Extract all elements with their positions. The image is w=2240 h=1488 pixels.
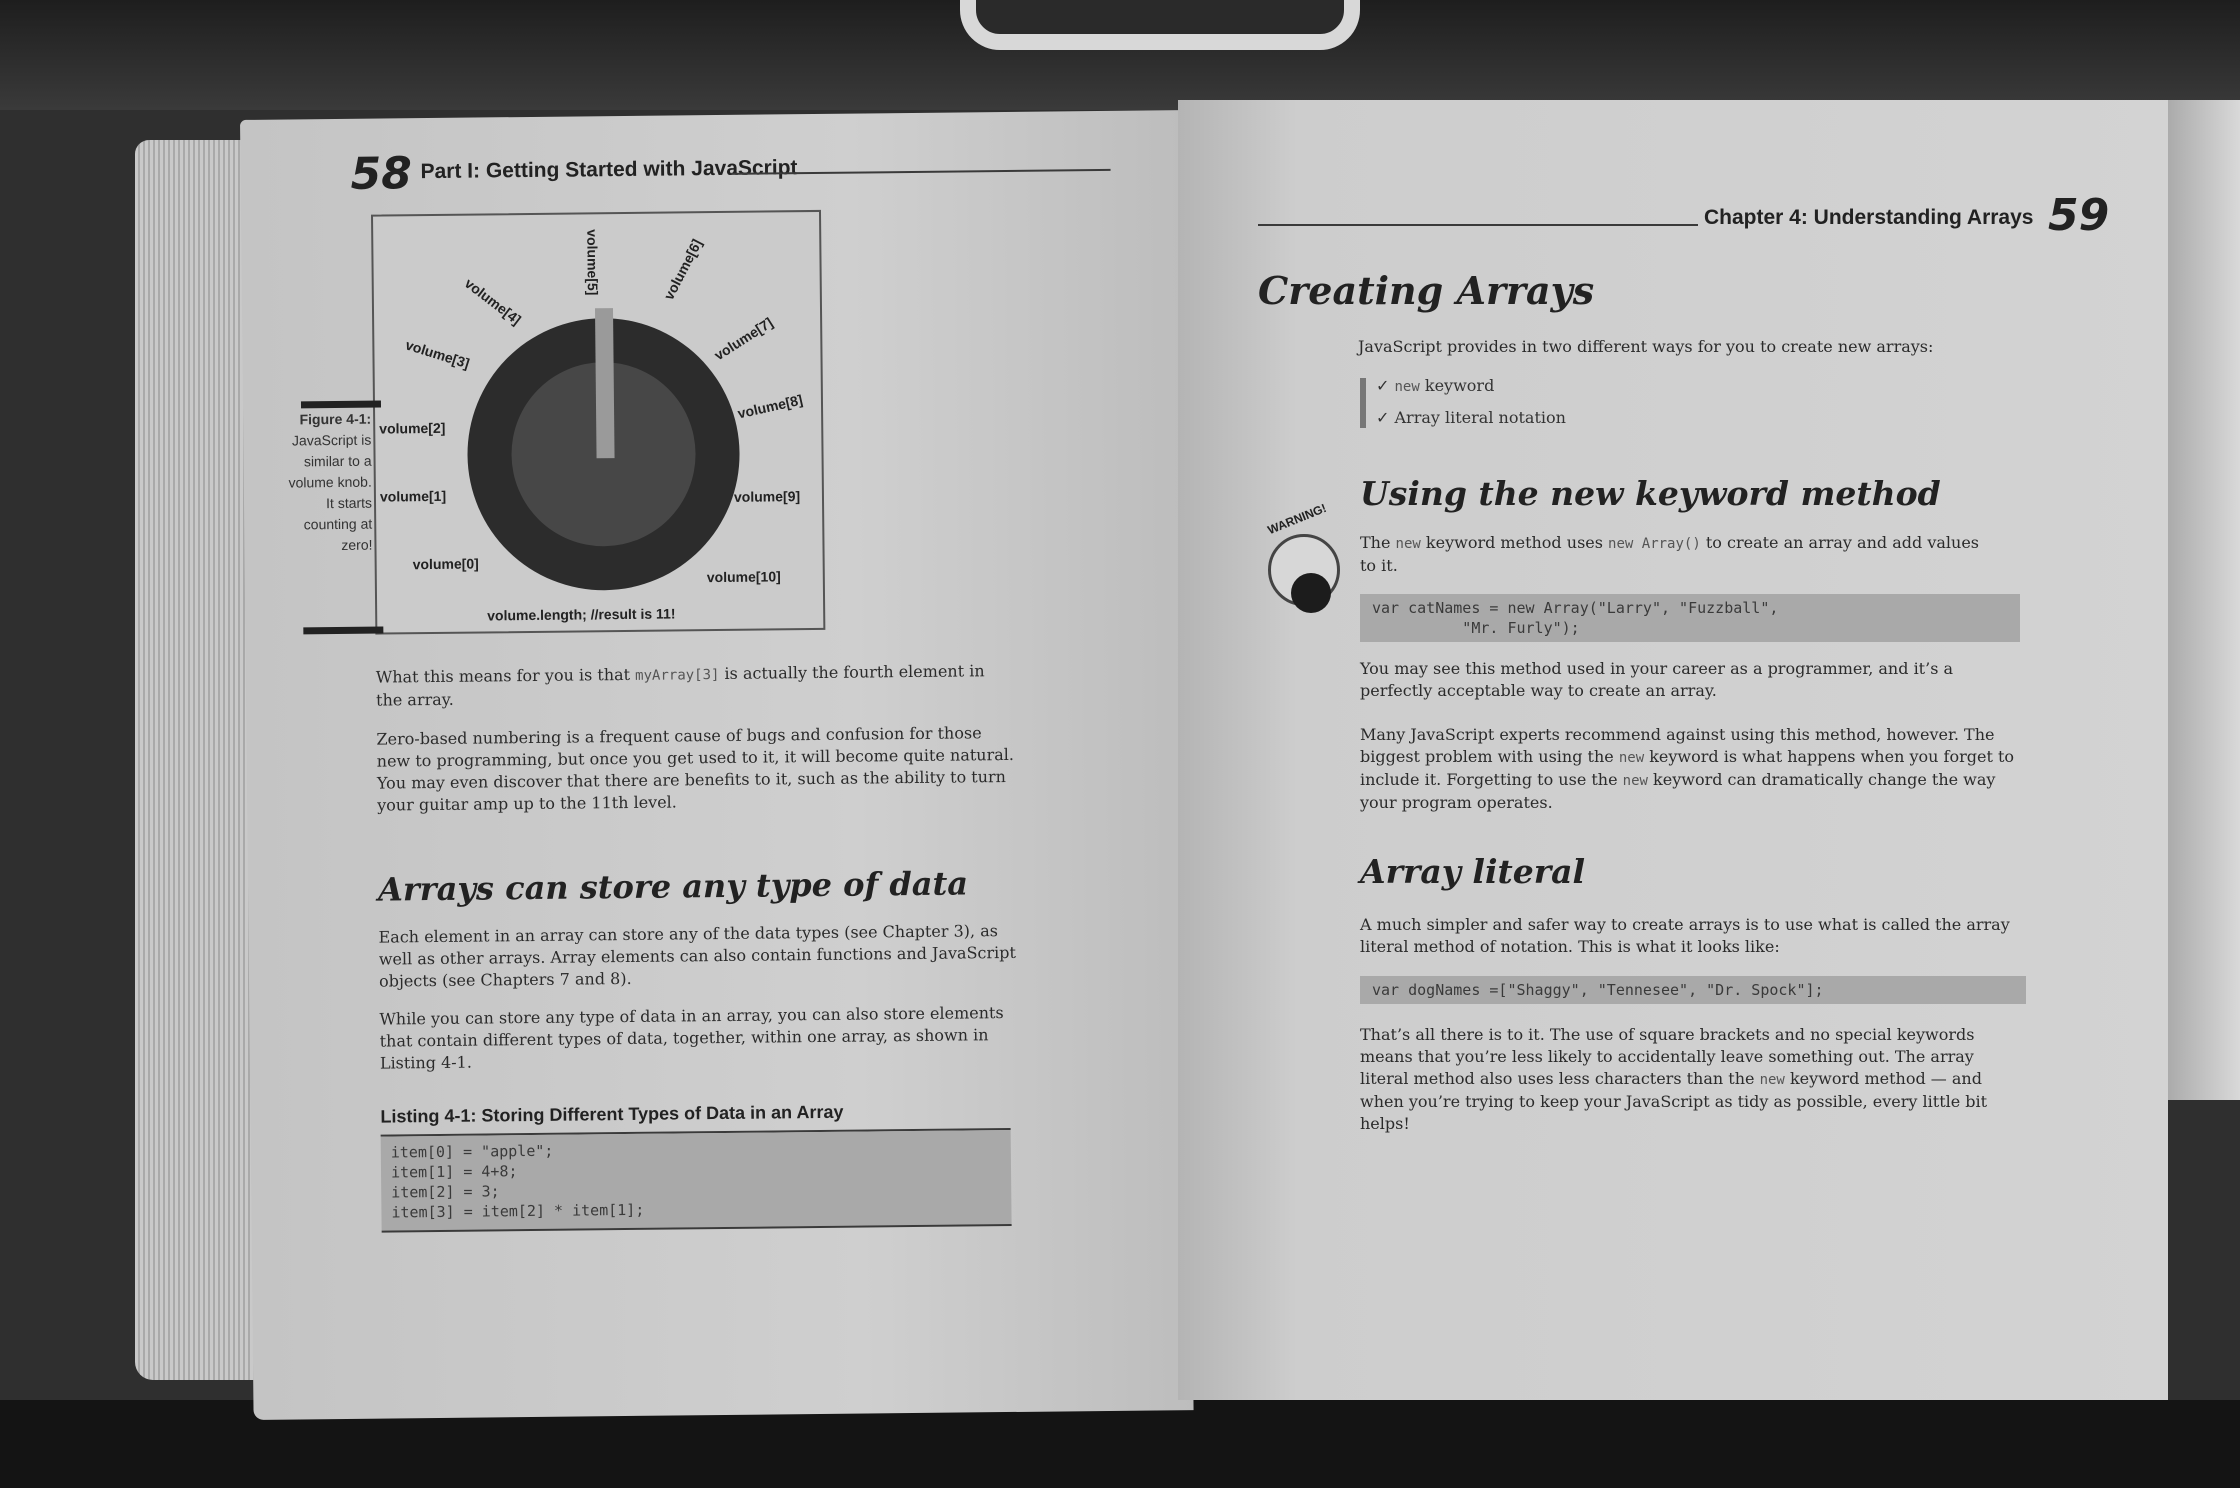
- right-paragraph-2: You may see this method used in your car…: [1360, 659, 1954, 700]
- label-volume-5: volume[5]: [584, 229, 601, 296]
- figure-caption: Figure 4-1: JavaScript is similar to a v…: [283, 409, 373, 557]
- knob-indicator: [594, 308, 615, 459]
- right-heading-array-literal: Array literal: [1360, 852, 1586, 891]
- warning-circle: [1268, 534, 1340, 613]
- right-page-number: 59: [2048, 190, 2110, 241]
- figure-bottom-label: volume.length; //result is 11!: [487, 605, 676, 624]
- handle: [960, 0, 1360, 50]
- left-page-number: 58: [350, 148, 413, 200]
- bullet-array-literal: ✓ Array literal notation: [1376, 408, 1566, 427]
- warn-code2: new: [1622, 773, 1648, 789]
- label-volume-3: volume[3]: [403, 336, 472, 372]
- right-paragraph-4: That’s all there is to it. The use of sq…: [1360, 1024, 2026, 1135]
- code-cat-names: var catNames = new Array("Larry", "Fuzzb…: [1360, 594, 2020, 642]
- right-paragraph-3: A much simpler and safer way to create a…: [1360, 915, 2010, 956]
- left-para1-code: myArray[3]: [635, 667, 720, 684]
- bullet-new-keyword: ✓ new keyword: [1376, 376, 1494, 395]
- warning-paragraph: Many JavaScript experts recommend agains…: [1360, 724, 2020, 814]
- left-section-heading: Arrays can store any type of data: [377, 864, 969, 909]
- rp1-code1: new: [1395, 536, 1421, 552]
- label-volume-6: volume[6]: [660, 236, 705, 303]
- left-para1-text-a: What this means for you is that: [375, 664, 636, 687]
- warning-icon: WARNING!: [1258, 501, 1350, 613]
- label-volume-1: volume[1]: [379, 487, 447, 505]
- left-paragraph-1: What this means for you is that myArray[…: [376, 660, 1016, 712]
- right-intro: JavaScript provides in two different way…: [1358, 337, 1934, 356]
- label-volume-8: volume[8]: [736, 391, 805, 422]
- rp1-a: The: [1360, 533, 1396, 552]
- left-running-head: Part I: Getting Started with JavaScript: [420, 156, 798, 184]
- right-page: Chapter 4: Understanding Arrays 59 Creat…: [1178, 100, 2168, 1400]
- label-volume-9: volume[9]: [733, 488, 801, 505]
- label-volume-10: volume[10]: [706, 568, 781, 586]
- right-running-head: Chapter 4: Understanding Arrays: [1704, 206, 2034, 229]
- left-paragraph-3: Each element in an array can store any o…: [378, 921, 1016, 991]
- page-edges: [135, 140, 255, 1380]
- code-dog-names: var dogNames =["Shaggy", "Tennesee", "Dr…: [1360, 976, 2026, 1004]
- bomb-icon: [1291, 573, 1331, 613]
- left-paragraph-4: While you can store any type of data in …: [379, 1003, 1004, 1073]
- listing-code: item[0] = "apple"; item[1] = 4+8; item[2…: [380, 1129, 1012, 1231]
- label-volume-2: volume[2]: [379, 419, 446, 437]
- caption-bar-bottom: [303, 626, 384, 635]
- listing-title: Listing 4-1: Storing Different Types of …: [380, 1101, 844, 1127]
- label-volume-0: volume[0]: [412, 555, 479, 573]
- label-volume-4: volume[4]: [461, 274, 525, 328]
- figure-volume-knob: volume[0] volume[1] volume[2] volume[3] …: [370, 209, 826, 635]
- left-paragraph-2: Zero-based numbering is a frequent cause…: [376, 723, 1015, 815]
- bullet2-text: Array literal notation: [1394, 408, 1566, 427]
- warning-label: WARNING!: [1265, 500, 1329, 538]
- check-icon: ✓: [1376, 376, 1390, 395]
- warn-code1: new: [1618, 750, 1645, 766]
- rp4-code: new: [1759, 1072, 1785, 1088]
- right-head-rule: [1258, 224, 1698, 226]
- bullet1-code: new: [1394, 379, 1420, 395]
- right-paragraph-1: The new keyword method uses new Array() …: [1360, 532, 2000, 577]
- left-page: 58 Part I: Getting Started with JavaScri…: [240, 110, 1194, 1420]
- rp1-b: keyword method uses: [1420, 533, 1609, 552]
- label-volume-7: volume[7]: [711, 314, 776, 364]
- rp1-code2: new Array(): [1608, 536, 1701, 552]
- knob: [466, 308, 741, 592]
- figure-caption-body: JavaScript is similar to a volume knob. …: [288, 431, 373, 553]
- bullet1-text: keyword: [1419, 376, 1495, 395]
- check-icon: ✓: [1376, 408, 1390, 427]
- right-heading-creating-arrays: Creating Arrays: [1258, 268, 1595, 313]
- figure-caption-title: Figure 4-1:: [299, 410, 372, 428]
- right-heading-new-keyword: Using the new keyword method: [1360, 474, 1941, 513]
- caption-bar-top: [300, 400, 382, 409]
- bullet-bar: [1360, 378, 1366, 428]
